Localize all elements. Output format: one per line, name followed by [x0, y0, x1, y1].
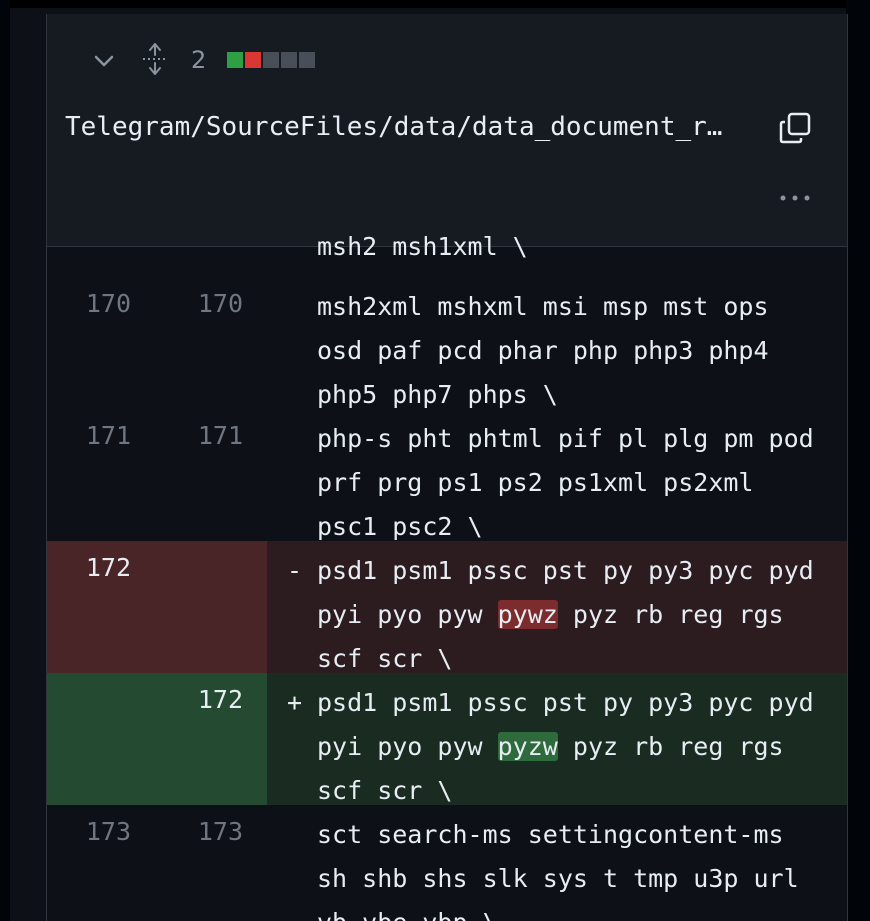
diff-file-panel: 2 Telegram/SourceFiles/data/data_documen… [46, 14, 848, 921]
code-text: php-s pht phtml pif pl plg pm pod prf pr… [317, 424, 829, 541]
diffstat-block [263, 52, 279, 68]
new-line-number[interactable]: 171 [183, 421, 243, 450]
diffstat-block [281, 52, 297, 68]
chevron-down-icon[interactable] [91, 48, 117, 74]
diffstat-block [299, 52, 315, 68]
diffstat-block [245, 52, 261, 68]
right-gutter [846, 0, 870, 921]
deletion-marker: - [287, 556, 303, 585]
kebab-horizontal-icon[interactable] [775, 186, 815, 210]
file-header: 2 Telegram/SourceFiles/data/data_documen… [47, 14, 847, 247]
expand-icon[interactable] [141, 42, 169, 76]
old-line-number[interactable]: 170 [71, 289, 131, 318]
added-word-highlight: pyzw [497, 732, 558, 761]
new-line-number[interactable]: 170 [183, 289, 243, 318]
file-path[interactable]: Telegram/SourceFiles/data/data_document_… [65, 112, 765, 142]
window-top-edge [0, 0, 870, 8]
code-text: psd1 psm1 pssc pst py py3 pyc pyd pyi py… [317, 681, 827, 813]
diff-line-deletion: 172 - psd1 psm1 pssc pst py py3 pyc pyd … [47, 541, 847, 673]
diff-line-context: 170 170 msh2xml mshxml msi msp mst ops o… [47, 277, 847, 409]
partial-code-line: msh2 msh1xml \ [317, 232, 528, 261]
copy-icon[interactable] [777, 110, 813, 146]
diff-line-addition: 172 + psd1 psm1 pssc pst py py3 pyc pyd … [47, 673, 847, 805]
code-text: msh2xml mshxml msi msp mst ops osd paf p… [317, 292, 784, 409]
new-line-number[interactable]: 173 [183, 817, 243, 846]
code-text: sct search-ms settingcontent-ms sh shb s… [317, 820, 799, 921]
new-line-number[interactable]: 172 [183, 685, 243, 714]
old-line-number[interactable]: 171 [71, 421, 131, 450]
diff-line-context: 173 173 sct search-ms settingcontent-ms … [47, 805, 847, 921]
code-text: psd1 psm1 pssc pst py py3 pyc pyd pyi py… [317, 549, 827, 681]
diff-line-context: 171 171 php-s pht phtml pif pl plg pm po… [47, 409, 847, 541]
old-line-number[interactable]: 173 [71, 817, 131, 846]
diff-body: msh2 msh1xml \ 170 170 msh2xml mshxml ms… [47, 232, 847, 921]
changes-count: 2 [191, 46, 207, 74]
addition-marker: + [287, 688, 303, 717]
diffstat-block [227, 52, 243, 68]
left-gutter [0, 0, 10, 921]
deleted-word-highlight: pywz [497, 600, 558, 629]
diffstat-bar [227, 52, 315, 68]
old-line-number[interactable]: 172 [71, 553, 131, 582]
